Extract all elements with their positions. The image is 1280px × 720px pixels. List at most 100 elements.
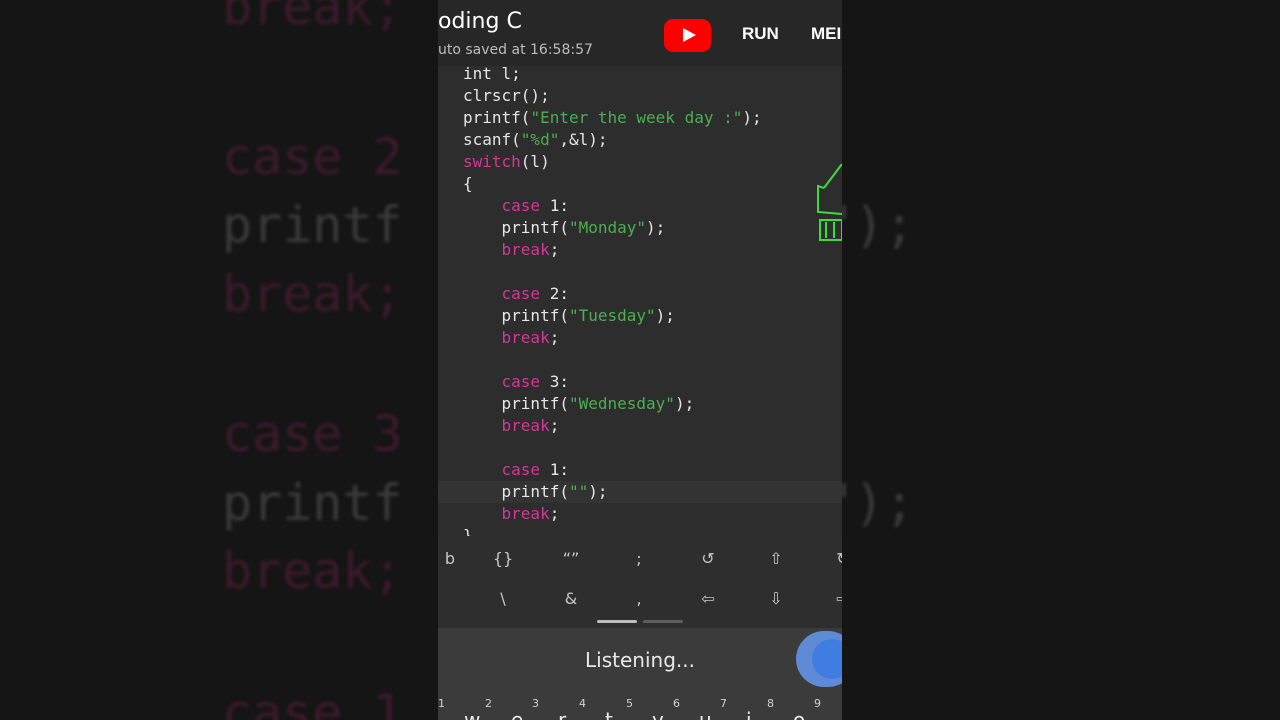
keyboard: 1 2 3 4 5 6 7 8 9 w e r t y u i o xyxy=(438,690,842,720)
code-line[interactable]: break; xyxy=(463,503,560,525)
code-token: { xyxy=(463,174,473,193)
voice-input-panel: Listening... xyxy=(438,628,842,690)
string-token: "Monday" xyxy=(568,218,647,237)
symbol-key[interactable]: ↺ xyxy=(693,549,723,568)
code-token: printf( xyxy=(463,482,569,501)
keyboard-key[interactable]: w xyxy=(464,708,480,720)
code-line[interactable]: case 1: xyxy=(463,195,569,217)
background-code-text: case 2 xyxy=(222,128,403,186)
code-token: printf( xyxy=(463,108,531,127)
code-token: ); xyxy=(742,108,762,127)
app-title: oding C xyxy=(438,9,522,34)
code-line[interactable]: switch(l) xyxy=(463,151,550,173)
code-token: ; xyxy=(549,416,560,435)
keyboard-number-hint: 1 xyxy=(438,697,445,710)
code-token: int l; xyxy=(463,66,521,83)
symbol-key[interactable]: b xyxy=(438,549,465,568)
keyboard-key[interactable]: t xyxy=(605,708,613,720)
code-line[interactable]: int l; xyxy=(463,66,521,85)
code-line[interactable]: { xyxy=(463,173,473,195)
background-code-text: "); xyxy=(842,196,915,254)
code-line[interactable]: printf(""); xyxy=(463,481,608,503)
code-token: printf( xyxy=(463,306,569,325)
code-token: ,&l); xyxy=(559,130,608,149)
symbol-key[interactable]: \ xyxy=(488,589,518,608)
keyboard-key[interactable]: y xyxy=(652,708,664,720)
run-button[interactable]: RUN xyxy=(742,24,779,44)
code-token: ); xyxy=(655,306,675,325)
code-line[interactable]: clrscr(); xyxy=(463,85,550,107)
symbol-key[interactable]: ⇧ xyxy=(761,549,791,568)
toolbar-page-indicator-active xyxy=(597,620,637,623)
code-line[interactable]: break; xyxy=(463,239,560,261)
keyboard-number-hint: 6 xyxy=(673,697,680,710)
symbol-key[interactable]: , xyxy=(624,589,654,608)
background-code-text: "); xyxy=(842,474,915,532)
code-line[interactable]: printf("Tuesday"); xyxy=(463,305,675,327)
toolbar-page-indicator xyxy=(643,620,683,623)
keyboard-key[interactable]: i xyxy=(746,708,752,720)
keyboard-key[interactable]: r xyxy=(558,708,566,720)
symbol-key[interactable]: ; xyxy=(624,549,654,568)
code-line[interactable]: case 1: xyxy=(463,459,569,481)
background-code-text: break; xyxy=(222,0,403,36)
background-code-text: break; xyxy=(222,542,403,600)
listening-status: Listening... xyxy=(585,648,695,672)
background-left: break; case 2 printf break; case 3 printf brea… xyxy=(0,0,438,720)
code-editor[interactable]: int l; clrscr(); printf("Enter the week da… xyxy=(438,66,842,536)
keyword-token: case xyxy=(501,372,541,391)
code-line[interactable]: case 2: xyxy=(463,283,569,305)
code-token: ; xyxy=(549,504,560,523)
autosave-status: uto saved at 16:58:57 xyxy=(438,42,593,58)
symbol-key[interactable]: {} xyxy=(488,549,518,568)
background-code-text: case 3 xyxy=(222,405,403,463)
keyboard-key[interactable]: e xyxy=(511,708,523,720)
keyword-token: break xyxy=(501,416,550,435)
keyboard-key[interactable]: o xyxy=(793,708,805,720)
background-code-text: break; xyxy=(222,265,403,323)
menu-button[interactable]: MEI xyxy=(811,24,841,44)
symbol-key[interactable]: ⇨ xyxy=(828,589,842,608)
code-line[interactable]: break; xyxy=(463,327,560,349)
string-token: "" xyxy=(568,482,589,501)
background-code-text: printf xyxy=(222,474,403,532)
code-line[interactable]: printf("Wednesday"); xyxy=(463,393,695,415)
code-token: ; xyxy=(549,240,560,259)
symbol-key[interactable]: & xyxy=(556,589,586,608)
code-token: clrscr(); xyxy=(463,86,550,105)
phone-screen: oding C uto saved at 16:58:57 RUN MEI in… xyxy=(438,0,842,720)
keyboard-key[interactable]: u xyxy=(699,708,712,720)
symbol-key[interactable]: ↻ xyxy=(828,549,842,568)
code-line[interactable]: printf("Enter the week day :"); xyxy=(463,107,762,129)
code-token: } xyxy=(463,526,473,536)
symbol-key[interactable]: “” xyxy=(556,549,586,568)
keyboard-number-hint: 4 xyxy=(579,697,586,710)
code-line[interactable]: printf("Monday"); xyxy=(463,217,666,239)
keyword-token: case xyxy=(501,460,541,479)
youtube-icon[interactable] xyxy=(664,19,711,52)
background-right: "); "); xyxy=(842,0,1280,720)
symbol-key[interactable]: ⇦ xyxy=(693,589,723,608)
keyword-token: break xyxy=(501,240,550,259)
code-token: 1: xyxy=(540,196,569,215)
code-line[interactable]: scanf("%d",&l); xyxy=(463,129,608,151)
string-token: "%d" xyxy=(520,130,560,149)
keyboard-number-hint: 7 xyxy=(720,697,727,710)
code-line[interactable]: case 3: xyxy=(463,371,569,393)
string-token: "Wednesday" xyxy=(568,394,675,413)
keyboard-number-hint: 5 xyxy=(626,697,633,710)
keyword-token: break xyxy=(501,328,550,347)
android-robot-icon xyxy=(817,163,842,241)
microphone-icon[interactable] xyxy=(796,631,842,687)
code-line[interactable]: break; xyxy=(463,415,560,437)
string-token: "Enter the week day :" xyxy=(530,108,743,127)
string-token: "Tuesday" xyxy=(568,306,656,325)
code-line[interactable]: } xyxy=(463,525,473,536)
keyword-token: case xyxy=(501,284,541,303)
symbol-key[interactable]: ⇩ xyxy=(761,589,791,608)
